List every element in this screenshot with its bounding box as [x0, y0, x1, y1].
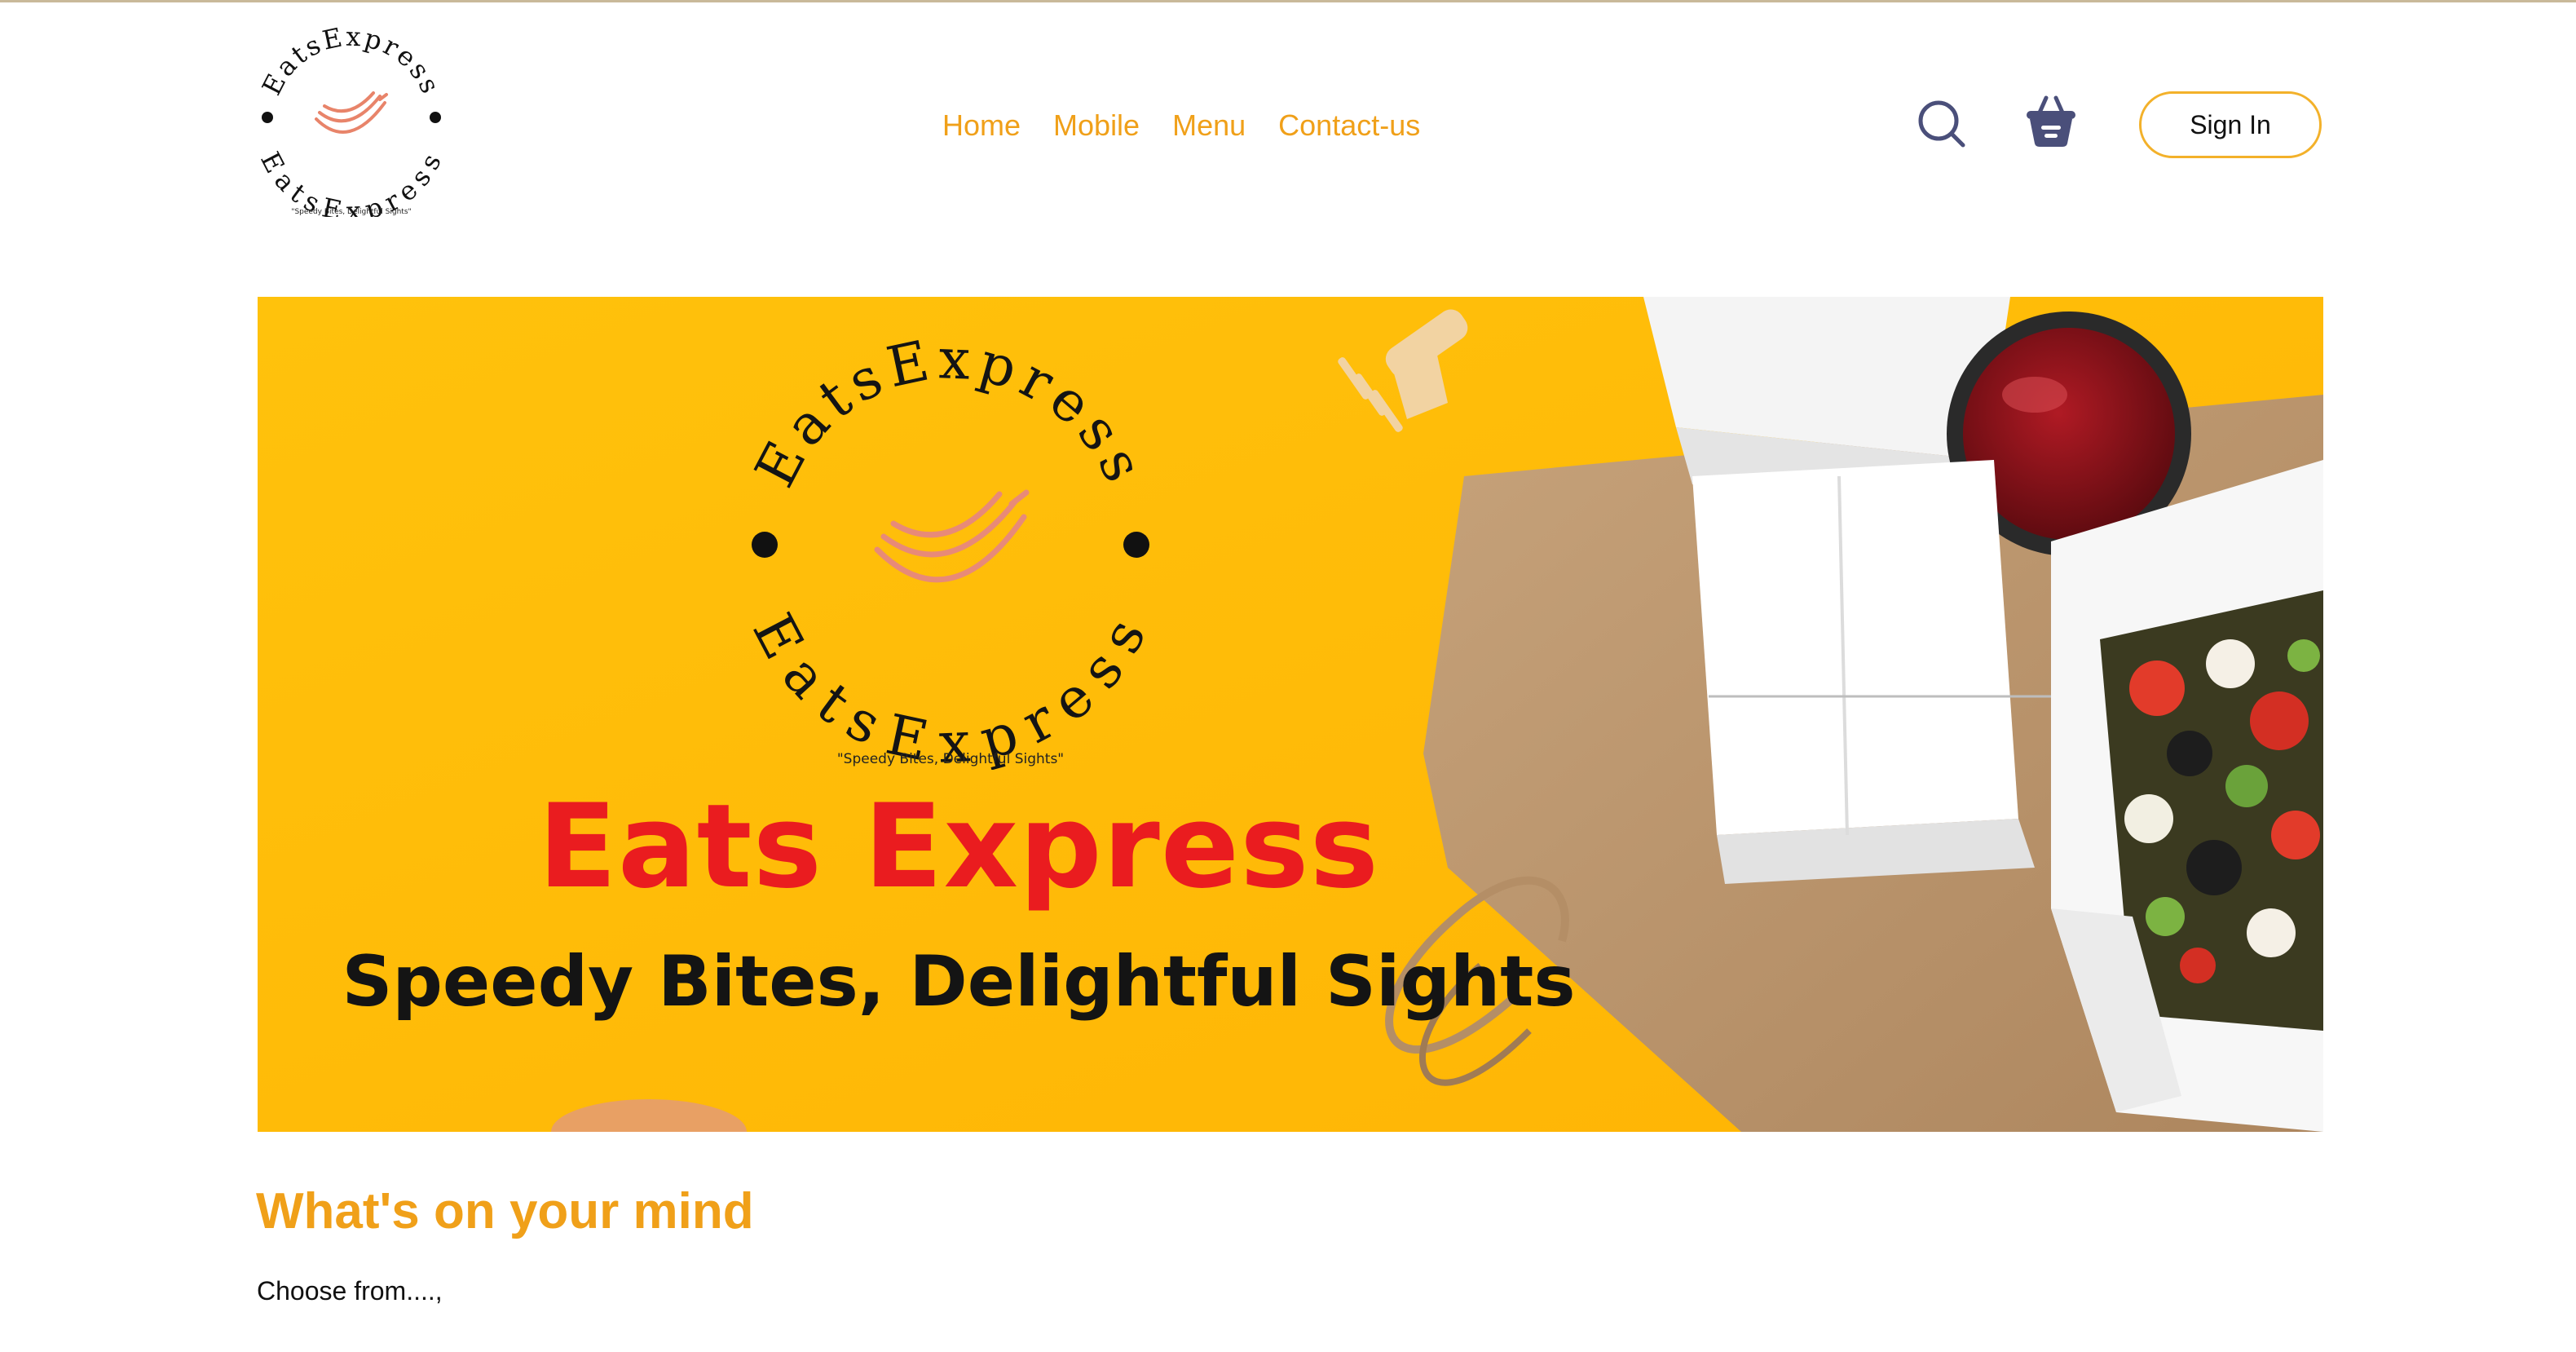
nav-home[interactable]: Home: [942, 103, 1021, 148]
brand-logo[interactable]: EatsExpress EatsExpress "Speedy Bites, D…: [249, 21, 453, 217]
nav-mobile[interactable]: Mobile: [1053, 103, 1140, 148]
banner-title: Eats Express: [537, 780, 1380, 914]
top-border: [0, 0, 2576, 2]
search-icon[interactable]: [1916, 98, 1968, 150]
svg-text:EatsExpress: EatsExpress: [256, 21, 447, 100]
basket-icon[interactable]: [2025, 93, 2077, 150]
banner-subtitle: Speedy Bites, Delightful Sights: [342, 941, 1576, 1023]
banner-logo: EatsExpress EatsExpress "Speedy Bites, D…: [739, 329, 1162, 770]
svg-text:EatsExpress: EatsExpress: [254, 147, 448, 217]
hero-banner: EatsExpress EatsExpress "Speedy Bites, D…: [258, 297, 2323, 1132]
nav-menu[interactable]: Menu: [1172, 103, 1246, 148]
svg-text:EatsExpress: EatsExpress: [740, 603, 1162, 770]
svg-text:EatsExpress: EatsExpress: [743, 329, 1158, 497]
section-title: What's on your mind: [256, 1183, 754, 1239]
section-subtitle: Choose from....,: [257, 1276, 443, 1306]
svg-text:"Speedy Bites, Delightful Sigh: "Speedy Bites, Delightful Sights": [837, 751, 1064, 767]
sign-in-button[interactable]: Sign In: [2139, 91, 2322, 158]
svg-text:"Speedy Bites, Delightful Sigh: "Speedy Bites, Delightful Sights": [291, 208, 411, 216]
nav-contact-us[interactable]: Contact-us: [1278, 103, 1420, 148]
main-nav: Home Mobile Menu Contact-us: [942, 103, 1420, 148]
